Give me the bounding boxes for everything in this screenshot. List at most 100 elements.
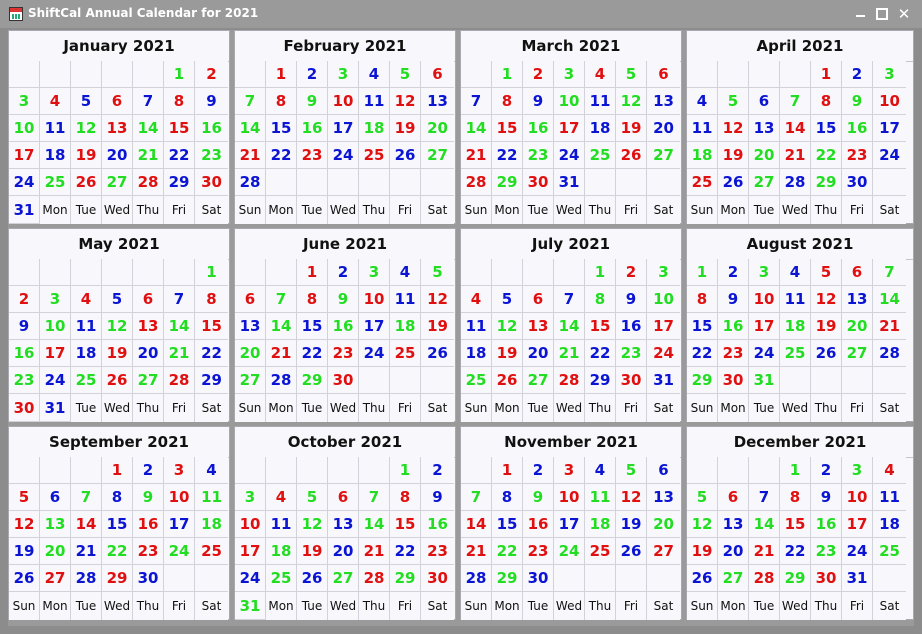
day-cell[interactable]: 14 [461, 511, 492, 538]
day-cell[interactable]: 14 [266, 313, 297, 340]
day-cell[interactable]: 30 [133, 565, 164, 592]
day-cell[interactable]: 7 [873, 259, 906, 286]
day-cell[interactable]: 3 [842, 457, 873, 484]
day-cell[interactable]: 18 [195, 511, 228, 538]
day-cell[interactable]: 28 [71, 565, 102, 592]
day-cell[interactable]: 16 [297, 115, 328, 142]
day-cell[interactable]: 17 [554, 511, 585, 538]
day-cell[interactable]: 26 [297, 565, 328, 592]
day-cell[interactable]: 31 [9, 196, 40, 224]
day-cell[interactable]: 4 [461, 286, 492, 313]
day-cell[interactable]: 28 [780, 169, 811, 196]
day-cell[interactable]: 23 [718, 340, 749, 367]
day-cell[interactable]: 12 [718, 115, 749, 142]
day-cell[interactable]: 29 [297, 367, 328, 394]
day-cell[interactable]: 27 [842, 340, 873, 367]
day-cell[interactable]: 18 [780, 313, 811, 340]
day-cell[interactable]: 4 [40, 88, 71, 115]
day-cell[interactable]: 5 [718, 88, 749, 115]
day-cell[interactable]: 15 [266, 115, 297, 142]
day-cell[interactable]: 28 [359, 565, 390, 592]
day-cell[interactable]: 12 [421, 286, 454, 313]
day-cell[interactable]: 25 [390, 340, 421, 367]
day-cell[interactable]: 11 [687, 115, 718, 142]
day-cell[interactable]: 20 [40, 538, 71, 565]
day-cell[interactable]: 5 [102, 286, 133, 313]
day-cell[interactable]: 26 [616, 538, 647, 565]
day-cell[interactable]: 14 [554, 313, 585, 340]
day-cell[interactable]: 1 [195, 259, 228, 286]
day-cell[interactable]: 18 [359, 115, 390, 142]
day-cell[interactable]: 25 [585, 142, 616, 169]
day-cell[interactable]: 30 [616, 367, 647, 394]
day-cell[interactable]: 8 [102, 484, 133, 511]
day-cell[interactable]: 4 [585, 61, 616, 88]
day-cell[interactable]: 14 [461, 115, 492, 142]
day-cell[interactable]: 11 [195, 484, 228, 511]
day-cell[interactable]: 2 [523, 61, 554, 88]
day-cell[interactable]: 7 [780, 88, 811, 115]
day-cell[interactable]: 3 [749, 259, 780, 286]
day-cell[interactable]: 31 [554, 169, 585, 196]
day-cell[interactable]: 28 [235, 169, 266, 196]
day-cell[interactable]: 21 [164, 340, 195, 367]
day-cell[interactable]: 10 [328, 88, 359, 115]
day-cell[interactable]: 19 [297, 538, 328, 565]
day-cell[interactable]: 9 [616, 286, 647, 313]
day-cell[interactable]: 28 [266, 367, 297, 394]
day-cell[interactable]: 2 [842, 61, 873, 88]
day-cell[interactable]: 29 [195, 367, 228, 394]
day-cell[interactable]: 13 [749, 115, 780, 142]
day-cell[interactable]: 5 [616, 61, 647, 88]
day-cell[interactable]: 14 [71, 511, 102, 538]
day-cell[interactable]: 30 [842, 169, 873, 196]
day-cell[interactable]: 22 [780, 538, 811, 565]
day-cell[interactable]: 25 [71, 367, 102, 394]
day-cell[interactable]: 15 [195, 313, 228, 340]
day-cell[interactable]: 15 [297, 313, 328, 340]
day-cell[interactable]: 27 [421, 142, 454, 169]
day-cell[interactable]: 7 [461, 484, 492, 511]
day-cell[interactable]: 14 [359, 511, 390, 538]
day-cell[interactable]: 6 [523, 286, 554, 313]
day-cell[interactable]: 3 [164, 457, 195, 484]
day-cell[interactable]: 7 [266, 286, 297, 313]
day-cell[interactable]: 10 [554, 88, 585, 115]
day-cell[interactable]: 10 [647, 286, 680, 313]
day-cell[interactable]: 19 [421, 313, 454, 340]
day-cell[interactable]: 10 [40, 313, 71, 340]
day-cell[interactable]: 2 [297, 61, 328, 88]
day-cell[interactable]: 12 [9, 511, 40, 538]
day-cell[interactable]: 1 [164, 61, 195, 88]
day-cell[interactable]: 2 [616, 259, 647, 286]
day-cell[interactable]: 28 [164, 367, 195, 394]
day-cell[interactable]: 4 [71, 286, 102, 313]
day-cell[interactable]: 15 [164, 115, 195, 142]
day-cell[interactable]: 17 [749, 313, 780, 340]
day-cell[interactable]: 19 [616, 511, 647, 538]
day-cell[interactable]: 17 [842, 511, 873, 538]
day-cell[interactable]: 1 [687, 259, 718, 286]
day-cell[interactable]: 26 [718, 169, 749, 196]
day-cell[interactable]: 15 [687, 313, 718, 340]
title-bar[interactable]: ShiftCal Annual Calendar for 2021 ✕ [0, 0, 922, 28]
day-cell[interactable]: 16 [421, 511, 454, 538]
day-cell[interactable]: 7 [749, 484, 780, 511]
day-cell[interactable]: 13 [718, 511, 749, 538]
day-cell[interactable]: 1 [811, 61, 842, 88]
day-cell[interactable]: 21 [554, 340, 585, 367]
day-cell[interactable]: 8 [585, 286, 616, 313]
day-cell[interactable]: 29 [164, 169, 195, 196]
day-cell[interactable]: 10 [235, 511, 266, 538]
day-cell[interactable]: 17 [873, 115, 906, 142]
day-cell[interactable]: 2 [421, 457, 454, 484]
day-cell[interactable]: 30 [195, 169, 228, 196]
day-cell[interactable]: 3 [554, 61, 585, 88]
day-cell[interactable]: 30 [421, 565, 454, 592]
day-cell[interactable]: 4 [780, 259, 811, 286]
day-cell[interactable]: 24 [554, 538, 585, 565]
day-cell[interactable]: 20 [235, 340, 266, 367]
day-cell[interactable]: 9 [523, 484, 554, 511]
day-cell[interactable]: 18 [71, 340, 102, 367]
day-cell[interactable]: 20 [842, 313, 873, 340]
